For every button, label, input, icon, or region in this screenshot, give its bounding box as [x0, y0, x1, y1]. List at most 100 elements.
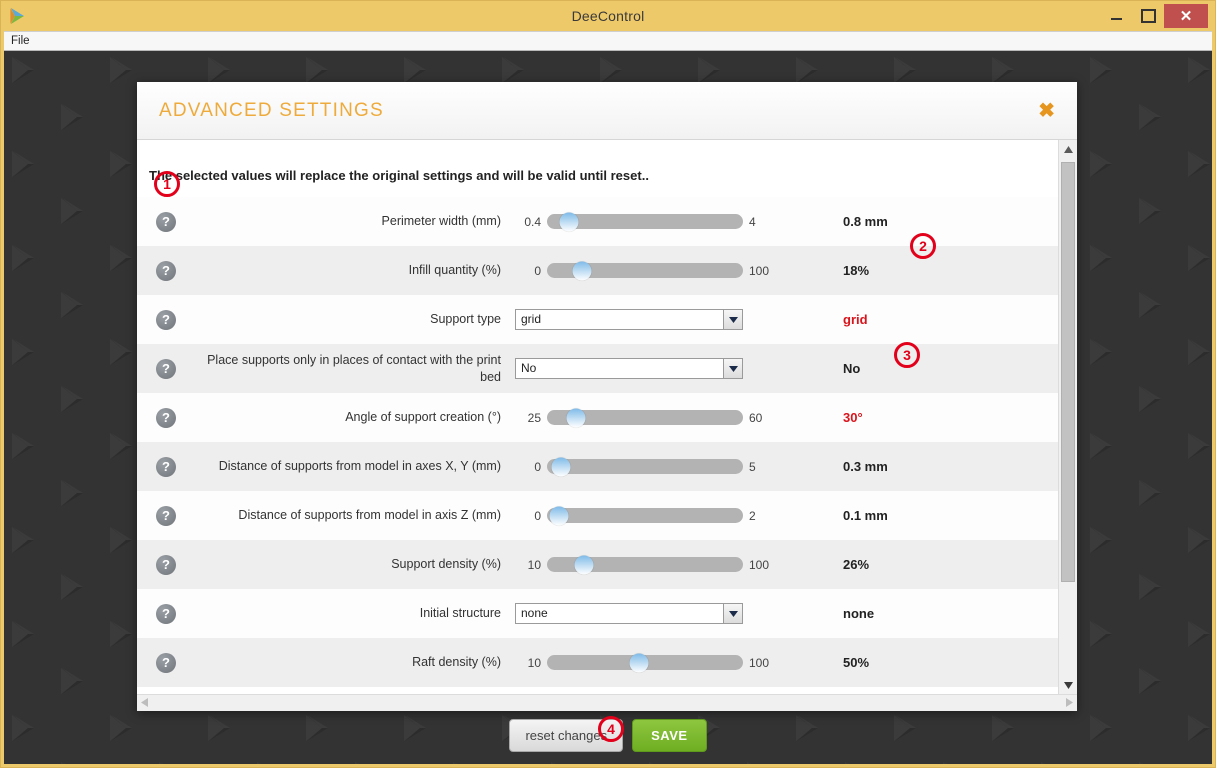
- help-cell: ?: [137, 211, 195, 232]
- slider-thumb[interactable]: [559, 212, 579, 231]
- setting-control: 02: [515, 506, 815, 525]
- setting-control: 0 100: [515, 261, 815, 280]
- slider-min-label: 0: [534, 263, 541, 278]
- slider-track[interactable]: [547, 212, 743, 231]
- slider-thumb[interactable]: [574, 555, 594, 574]
- settings-row: ? Raft density (%) 10 100 50%: [137, 638, 1058, 687]
- chevron-down-icon[interactable]: [723, 310, 742, 329]
- setting-current-value: none: [843, 606, 875, 621]
- slider-min-label: 25: [527, 410, 541, 425]
- slider-track[interactable]: [547, 261, 743, 280]
- menu-item-file[interactable]: File: [4, 32, 37, 50]
- minimize-button[interactable]: [1100, 1, 1132, 31]
- slider-thumb[interactable]: [549, 506, 569, 525]
- settings-row: ? Support type grid grid: [137, 295, 1058, 344]
- horizontal-scrollbar[interactable]: [137, 694, 1077, 711]
- vertical-scrollbar[interactable]: [1058, 140, 1077, 694]
- setting-label: Place supports only in places of contact…: [207, 352, 501, 384]
- scroll-right-icon[interactable]: [1066, 694, 1073, 711]
- slider-max-label: 4: [749, 214, 756, 229]
- application-window: DeeControl ✕ File ADVANCED SETTINGS ✖ Th…: [0, 0, 1216, 768]
- chevron-down-icon[interactable]: [723, 604, 742, 623]
- help-icon[interactable]: ?: [156, 652, 176, 673]
- slider-min-label: 10: [527, 655, 541, 670]
- setting-control: No: [515, 358, 815, 379]
- setting-label: Distance of supports from model in axis …: [238, 508, 501, 522]
- slider-track[interactable]: [547, 506, 743, 525]
- setting-control: 10 100: [515, 555, 815, 574]
- settings-scroll-area: The selected values will replace the ori…: [137, 140, 1058, 694]
- setting-label: Support type: [430, 312, 501, 326]
- settings-row: ? Distance of supports from model in axis…: [137, 491, 1058, 540]
- slider-max-label: 2: [749, 508, 756, 523]
- setting-current-value: grid: [843, 312, 868, 327]
- setting-current-value: 26%: [843, 557, 870, 572]
- setting-current-value: No: [843, 361, 861, 376]
- settings-row: ? Place supports only in places of contac…: [137, 344, 1058, 393]
- slider-min-label: 0: [534, 459, 541, 474]
- annotation-marker-1: 1: [154, 171, 180, 197]
- help-icon[interactable]: ?: [156, 309, 176, 330]
- help-cell: ?: [137, 358, 195, 379]
- dialog-header: ADVANCED SETTINGS ✖: [137, 82, 1077, 140]
- menu-bar: File: [4, 31, 1212, 51]
- slider-min-label: 0: [534, 508, 541, 523]
- slider-track[interactable]: [547, 408, 743, 427]
- save-button[interactable]: SAVE: [632, 718, 707, 752]
- help-icon[interactable]: ?: [156, 260, 176, 281]
- close-icon[interactable]: ✖: [1038, 101, 1055, 121]
- slider-min-label: 10: [527, 557, 541, 572]
- setting-label: Distance of supports from model in axes …: [218, 459, 501, 473]
- dropdown-select[interactable]: No: [515, 358, 743, 379]
- dropdown-selected-value: No: [521, 361, 537, 375]
- help-icon[interactable]: ?: [156, 211, 176, 232]
- slider-track[interactable]: [547, 457, 743, 476]
- scroll-left-icon[interactable]: [141, 694, 148, 711]
- dropdown-selected-value: grid: [521, 312, 542, 326]
- dropdown-select[interactable]: grid: [515, 309, 743, 330]
- annotation-marker-3: 3: [894, 342, 920, 368]
- slider-thumb[interactable]: [572, 261, 592, 280]
- help-icon[interactable]: ?: [156, 505, 176, 526]
- setting-control: 05: [515, 457, 815, 476]
- window-title: DeeControl: [571, 8, 645, 24]
- dropdown-select[interactable]: none: [515, 603, 743, 624]
- slider-thumb[interactable]: [629, 653, 649, 672]
- setting-label: Raft density (%): [412, 655, 501, 669]
- slider-max-label: 5: [749, 459, 756, 474]
- help-cell: ?: [137, 505, 195, 526]
- help-cell: ?: [137, 554, 195, 575]
- help-icon[interactable]: ?: [156, 358, 176, 379]
- help-icon[interactable]: ?: [156, 456, 176, 477]
- scroll-up-icon[interactable]: [1059, 140, 1077, 158]
- slider-min-label: 0.4: [524, 214, 541, 229]
- maximize-button[interactable]: [1132, 1, 1164, 31]
- settings-row: ? Angle of support creation (°) 25 60 30°: [137, 393, 1058, 442]
- settings-row: ? Support density (%) 10 100 26%: [137, 540, 1058, 589]
- setting-current-value: 50%: [843, 655, 870, 670]
- help-icon[interactable]: ?: [156, 603, 176, 624]
- setting-control: none: [515, 603, 815, 624]
- setting-current-value: 0.8 mm: [843, 214, 888, 229]
- dialog-title: ADVANCED SETTINGS: [159, 99, 384, 121]
- settings-row: ? Initial structure none none: [137, 589, 1058, 638]
- help-cell: ?: [137, 407, 195, 428]
- slider-max-label: 100: [749, 557, 770, 572]
- scroll-down-icon[interactable]: [1059, 676, 1077, 694]
- chevron-down-icon[interactable]: [723, 359, 742, 378]
- setting-label: Support density (%): [391, 557, 501, 571]
- setting-current-value: 0.1 mm: [843, 508, 888, 523]
- settings-rows: ? Perimeter width (mm) 0.4 4 0.8 mm? Infill q…: [137, 197, 1058, 687]
- workspace-backdrop: ADVANCED SETTINGS ✖ The selected values …: [4, 51, 1212, 764]
- slider-track[interactable]: [547, 653, 743, 672]
- help-icon[interactable]: ?: [156, 554, 176, 575]
- close-window-button[interactable]: ✕: [1164, 4, 1208, 28]
- help-cell: ?: [137, 260, 195, 281]
- setting-label: Infill quantity (%): [408, 263, 501, 277]
- title-bar: DeeControl ✕: [1, 1, 1215, 31]
- vertical-scrollbar-thumb[interactable]: [1061, 162, 1075, 582]
- slider-thumb[interactable]: [551, 457, 571, 476]
- slider-track[interactable]: [547, 555, 743, 574]
- help-icon[interactable]: ?: [156, 407, 176, 428]
- slider-thumb[interactable]: [566, 408, 586, 427]
